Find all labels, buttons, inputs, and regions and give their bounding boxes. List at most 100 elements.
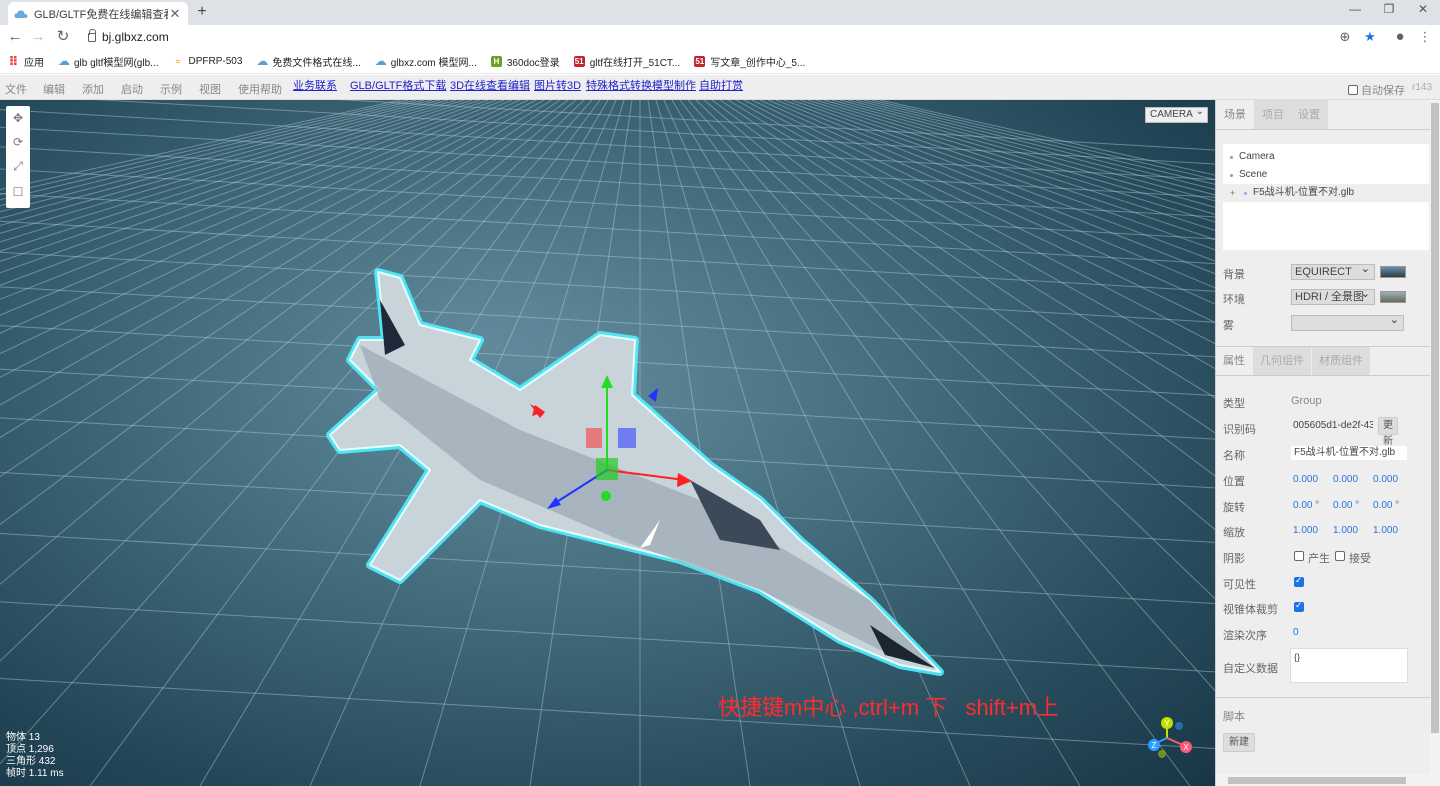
tab-scene[interactable]: 场景: [1216, 100, 1254, 129]
uuid-renew-button[interactable]: 更新: [1378, 417, 1398, 447]
rotate-tool-icon[interactable]: ⟳: [10, 134, 26, 150]
app-menubar: 文件 编辑 添加 启动 示例 视图 使用帮助 业务联系 GLB/GLTF格式下载…: [0, 75, 1440, 100]
lock-icon: [88, 28, 96, 42]
sidebar-vertical-scrollbar[interactable]: [1430, 100, 1440, 774]
position-z-input[interactable]: 0.000: [1373, 474, 1398, 485]
background-texture-swatch[interactable]: [1380, 266, 1406, 278]
address-bar[interactable]: bj.glbxz.com: [88, 28, 169, 46]
tab-project[interactable]: 项目: [1254, 100, 1292, 129]
tab-geometry[interactable]: 几何组件: [1253, 347, 1311, 375]
bookmark-item[interactable]: 51 写文章_创作中心_5...: [694, 54, 805, 69]
scale-x-input[interactable]: 1.000: [1293, 525, 1318, 536]
menu-edit[interactable]: 编辑: [43, 81, 65, 97]
scroll-thumb[interactable]: [1431, 103, 1439, 733]
position-label: 位置: [1223, 476, 1245, 488]
profile-icon[interactable]: ●: [1391, 28, 1409, 46]
menu-examples[interactable]: 示例: [160, 81, 182, 97]
visible-checkbox[interactable]: [1294, 575, 1304, 587]
browser-tab[interactable]: GLB/GLTF免费在线编辑查看转换 ✕: [8, 2, 188, 25]
3d-viewport[interactable]: ✥ ⟳ ⤢ ☐ CAMERA 物体 13 顶点 1,296 三角形 432 帧时…: [0, 100, 1215, 786]
bookmark-item[interactable]: ≈ DPFRP-503: [172, 56, 243, 67]
menu-help[interactable]: 使用帮助: [238, 81, 282, 97]
close-window-icon[interactable]: ✕: [1406, 0, 1440, 20]
background-select[interactable]: EQUIRECT: [1291, 262, 1375, 280]
rotation-y-input[interactable]: 0.00 °: [1333, 500, 1359, 511]
bookmark-item[interactable]: ⠿ 应用: [8, 54, 44, 69]
menu-add[interactable]: 添加: [82, 81, 104, 97]
reload-icon[interactable]: ↻: [54, 28, 72, 46]
link-download[interactable]: GLB/GLTF格式下载: [350, 77, 446, 93]
sidebar-horizontal-scrollbar[interactable]: [1216, 774, 1440, 786]
position-x-input[interactable]: 0.000: [1293, 474, 1318, 485]
autosave-toggle[interactable]: 自动保存: [1348, 82, 1405, 98]
scale-y-input[interactable]: 1.000: [1333, 525, 1358, 536]
apps-grid-icon: ⠿: [8, 54, 19, 69]
new-script-button[interactable]: 新建: [1223, 733, 1255, 752]
outliner-item-scene[interactable]: Scene: [1223, 166, 1429, 184]
bookmark-item[interactable]: ☁ 免费文件格式在线...: [256, 54, 360, 69]
section-divider: [1216, 375, 1440, 376]
bookmark-label: glb gltf模型网(glb...: [74, 58, 159, 69]
51-icon: 51: [573, 56, 585, 67]
visible-label: 可见性: [1223, 579, 1256, 591]
fog-select[interactable]: [1291, 313, 1404, 331]
menu-file[interactable]: 文件: [5, 81, 27, 97]
local-space-checkbox[interactable]: ☐: [10, 184, 26, 200]
outliner-item-model[interactable]: + F5战斗机-位置不对.glb: [1223, 184, 1429, 202]
bookmark-item[interactable]: 51 gltf在线打开_51CT...: [573, 54, 680, 69]
tab-title: GLB/GLTF免费在线编辑查看转换: [34, 8, 168, 21]
fog-label: 雾: [1223, 320, 1234, 332]
link-business[interactable]: 业务联系: [293, 77, 337, 93]
environment-texture-swatch[interactable]: [1380, 291, 1406, 303]
browser-menu-icon[interactable]: ⋮: [1416, 28, 1434, 46]
bookmark-item[interactable]: H 360doc登录: [490, 54, 560, 69]
autosave-checkbox[interactable]: [1348, 85, 1358, 95]
scroll-thumb[interactable]: [1228, 777, 1406, 784]
forward-icon[interactable]: →: [29, 28, 47, 46]
rotation-x-input[interactable]: 0.00 °: [1293, 500, 1319, 511]
minimize-icon[interactable]: —: [1338, 0, 1372, 20]
link-image-to-3d[interactable]: 图片转3D: [534, 77, 581, 93]
stat-vertices: 顶点 1,296: [6, 744, 54, 755]
shadow-cast-checkbox[interactable]: [1294, 551, 1304, 561]
menu-view[interactable]: 视图: [199, 81, 221, 97]
menu-play[interactable]: 启动: [121, 81, 143, 97]
link-3d-view[interactable]: 3D在线查看编辑: [450, 77, 530, 93]
name-input[interactable]: F5战斗机-位置不对.glb: [1290, 445, 1408, 461]
scene-stats: 物体 13 顶点 1,296 三角形 432 帧时 1.11 ms: [6, 732, 64, 780]
maximize-icon[interactable]: ❐: [1372, 0, 1406, 20]
link-donate[interactable]: 自助打赏: [699, 77, 743, 93]
environment-select[interactable]: HDRI / 全景图: [1291, 287, 1375, 305]
scale-z-input[interactable]: 1.000: [1373, 525, 1398, 536]
expand-icon[interactable]: +: [1230, 184, 1235, 202]
add-shortcut-icon[interactable]: ⊕: [1336, 28, 1354, 46]
new-tab-button[interactable]: +: [194, 2, 210, 22]
frustum-checkbox[interactable]: [1294, 600, 1304, 612]
back-icon[interactable]: ←: [6, 28, 24, 46]
translate-tool-icon[interactable]: ✥: [10, 110, 26, 126]
rotation-z-input[interactable]: 0.00 °: [1373, 500, 1399, 511]
outliner-item-camera[interactable]: Camera: [1223, 148, 1429, 166]
tab-settings[interactable]: 设置: [1290, 100, 1328, 129]
scene-outliner[interactable]: Camera Scene + F5战斗机-位置不对.glb: [1223, 144, 1429, 250]
f5-fighter-model[interactable]: [0, 100, 1215, 786]
tab-properties[interactable]: 属性: [1216, 347, 1252, 375]
section-divider: [1216, 697, 1440, 698]
camera-select[interactable]: CAMERA: [1145, 105, 1208, 123]
scale-tool-icon[interactable]: ⤢: [10, 158, 26, 174]
bookmark-item[interactable]: ☁ glbxz.com 模型网...: [375, 54, 477, 69]
bookmark-item[interactable]: ☁ glb gltf模型网(glb...: [58, 54, 158, 69]
cloud-icon: ☁: [374, 54, 387, 68]
view-axis-gizmo[interactable]: Y Z X: [1140, 714, 1200, 764]
userdata-label: 自定义数据: [1223, 663, 1278, 675]
render-order-input[interactable]: 0: [1293, 627, 1299, 638]
shadow-receive-checkbox[interactable]: [1335, 551, 1345, 561]
tab-close-icon[interactable]: ✕: [168, 6, 182, 22]
link-special-format[interactable]: 特殊格式转换模型制作: [586, 77, 696, 93]
tab-material[interactable]: 材质组件: [1312, 347, 1370, 375]
script-label: 脚本: [1223, 711, 1245, 723]
position-y-input[interactable]: 0.000: [1333, 474, 1358, 485]
stat-objects: 物体 13: [6, 732, 40, 743]
userdata-textarea[interactable]: {}: [1290, 648, 1408, 683]
bookmark-star-icon[interactable]: ★: [1361, 28, 1379, 46]
